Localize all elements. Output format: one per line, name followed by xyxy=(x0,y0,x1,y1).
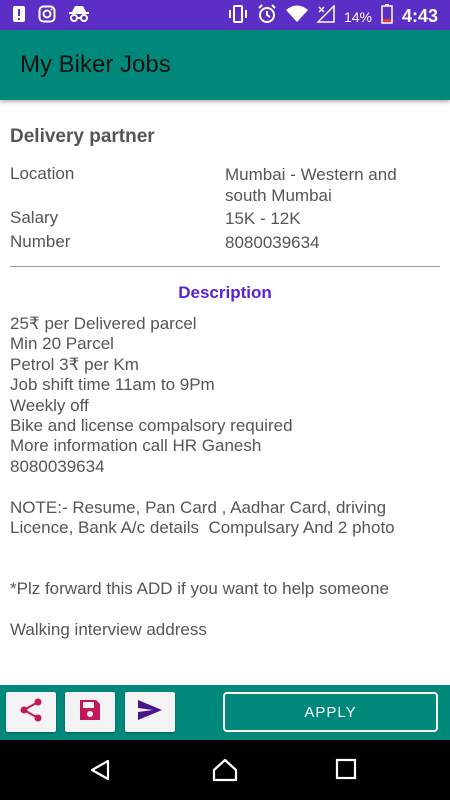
alert-icon xyxy=(12,5,26,28)
home-icon[interactable] xyxy=(212,758,238,782)
wifi-icon xyxy=(285,5,308,28)
incognito-icon xyxy=(68,5,90,28)
vibrate-icon xyxy=(228,5,248,28)
location-value: Mumbai - Western and south Mumbai xyxy=(225,165,397,205)
no-signal-icon xyxy=(316,4,335,28)
system-navigation-bar xyxy=(0,740,450,800)
send-icon xyxy=(137,698,163,727)
number-label: Number xyxy=(10,232,71,251)
clock: 4:43 xyxy=(401,6,438,26)
battery-icon xyxy=(381,4,393,29)
status-left-icons xyxy=(12,5,90,28)
save-button[interactable] xyxy=(65,692,115,732)
back-icon[interactable] xyxy=(88,758,112,782)
app-bar: My Biker Jobs xyxy=(0,30,450,100)
description-heading: Description xyxy=(178,283,272,302)
description-body: 25₹ per Delivered parcel Min 20 Parcel P… xyxy=(10,314,395,640)
battery-percent: 14% xyxy=(343,8,372,25)
alarm-icon xyxy=(257,4,277,29)
salary-label: Salary xyxy=(10,208,59,227)
divider xyxy=(10,266,440,267)
location-label: Location xyxy=(10,164,75,183)
app-title: My Biker Jobs xyxy=(20,51,171,78)
send-button[interactable] xyxy=(125,692,175,732)
recents-icon[interactable] xyxy=(335,758,359,782)
job-title: Delivery partner xyxy=(10,126,155,147)
share-button[interactable] xyxy=(6,692,56,732)
save-icon xyxy=(78,698,102,727)
instagram-icon xyxy=(38,5,56,28)
share-icon xyxy=(18,697,44,728)
bottom-action-bar: APPLY xyxy=(0,685,450,740)
salary-value: 15K - 12K xyxy=(225,209,301,228)
status-bar: 14% 4:43 xyxy=(0,0,450,30)
apply-button[interactable]: APPLY xyxy=(223,692,438,732)
status-right-icons: 14% 4:43 xyxy=(228,4,438,29)
number-value: 8080039634 xyxy=(225,233,320,252)
job-details[interactable]: Delivery partner Location Mumbai - Weste… xyxy=(0,100,450,685)
